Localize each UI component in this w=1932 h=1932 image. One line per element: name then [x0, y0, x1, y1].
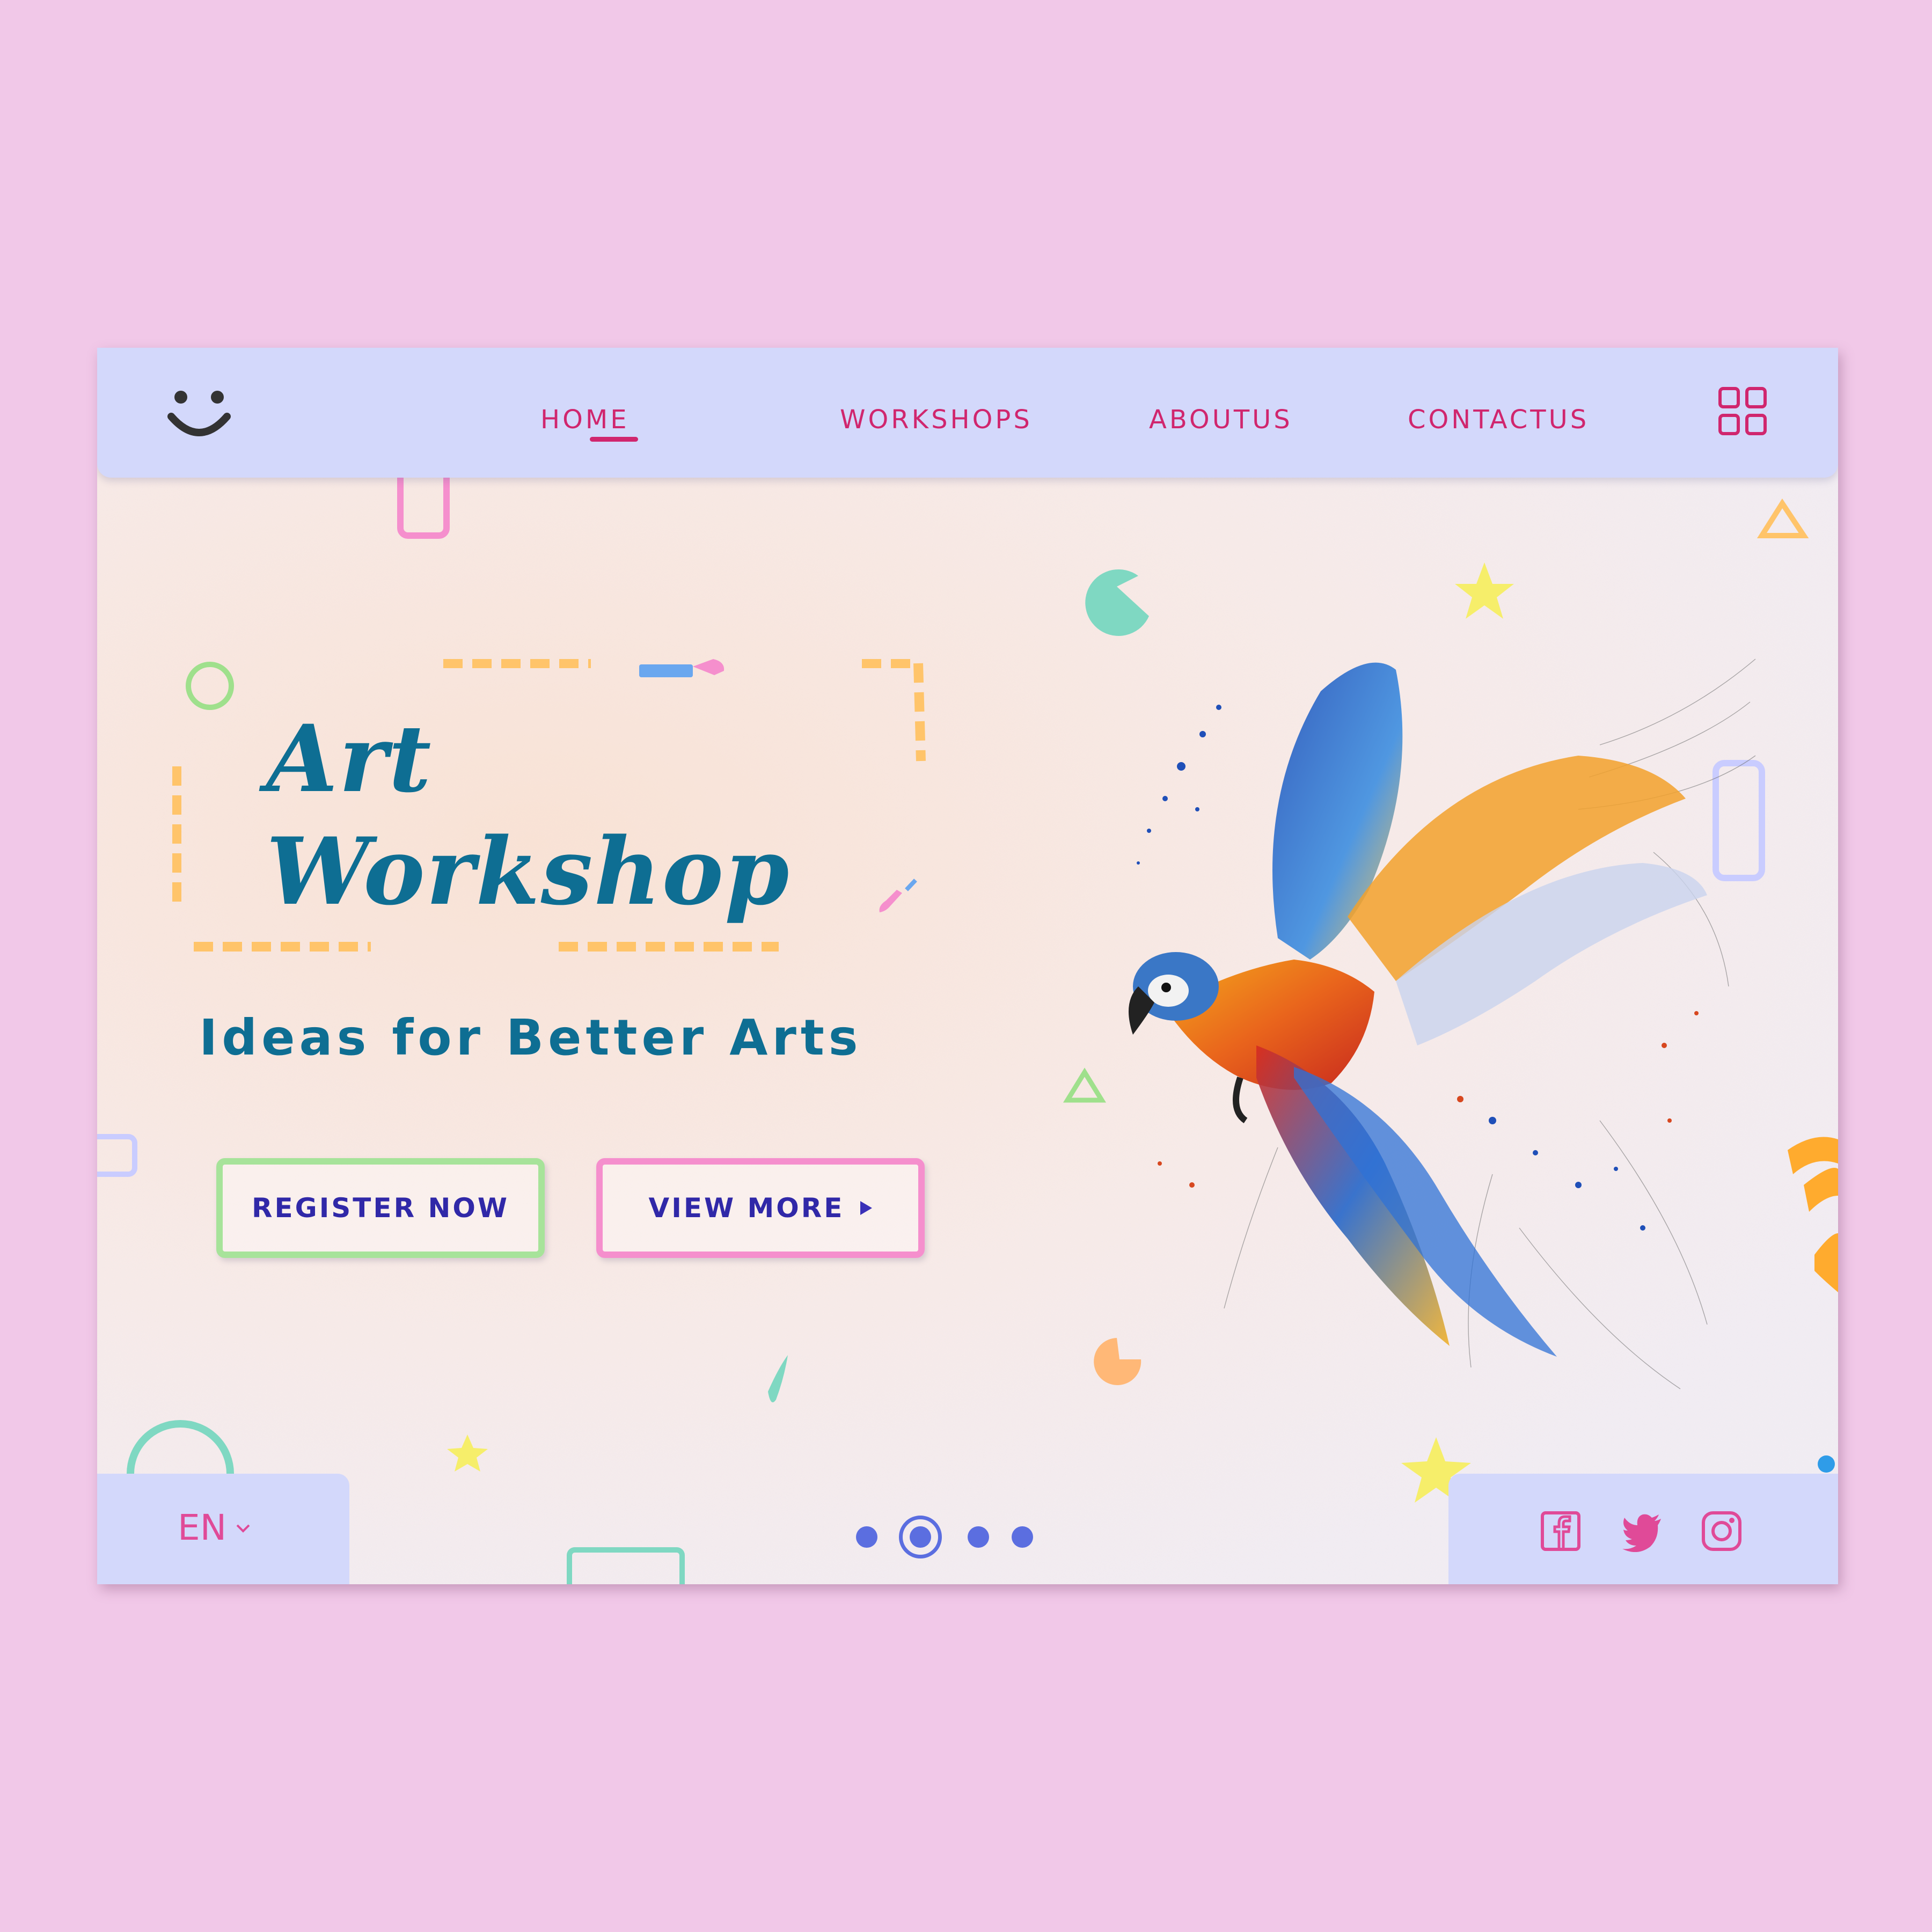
nav-workshops[interactable]: WORKSHOPS: [840, 405, 1033, 435]
hero-title-art: Art: [266, 704, 433, 813]
hero-subtitle: Ideas for Better Arts: [199, 1009, 862, 1066]
chevron-down-icon: [236, 1524, 250, 1533]
social-panel: [1448, 1474, 1838, 1584]
register-now-label: REGISTER NOW: [252, 1192, 509, 1224]
grid-menu-icon[interactable]: [1718, 386, 1767, 436]
parrot-illustration: [1129, 658, 1756, 1389]
landing-page-frame: Art Art Workshop Ideas for Better Arts R…: [97, 348, 1838, 1584]
nav-home-active-indicator: [590, 437, 638, 442]
play-arrow-icon: [860, 1201, 873, 1215]
slider-pagination: [856, 1514, 1038, 1558]
slider-dot-4[interactable]: [1012, 1526, 1033, 1548]
instagram-icon[interactable]: [1701, 1510, 1743, 1552]
slider-dot-2-center: [910, 1526, 931, 1548]
slider-dot-1[interactable]: [856, 1526, 877, 1548]
twitter-icon[interactable]: [1621, 1510, 1663, 1552]
nav-aboutus[interactable]: ABOUTUS: [1149, 405, 1293, 435]
facebook-icon[interactable]: [1540, 1510, 1582, 1552]
slider-dot-3[interactable]: [968, 1526, 989, 1548]
smiley-face-icon[interactable]: [167, 385, 231, 441]
nav-home[interactable]: HOME: [540, 405, 630, 435]
language-panel: EN: [97, 1474, 349, 1584]
language-label: EN: [178, 1507, 227, 1548]
nav-contactus[interactable]: CONTACTUS: [1408, 405, 1589, 435]
top-navbar: HOME WORKSHOPS ABOUTUS CONTACTUS: [97, 348, 1838, 478]
register-now-button[interactable]: REGISTER NOW: [216, 1158, 545, 1258]
view-more-label: VIEW MORE: [648, 1192, 845, 1224]
language-selector[interactable]: EN: [178, 1507, 252, 1548]
hero-title-workshop: Workshop: [266, 817, 791, 926]
view-more-button[interactable]: VIEW MORE: [596, 1158, 925, 1258]
